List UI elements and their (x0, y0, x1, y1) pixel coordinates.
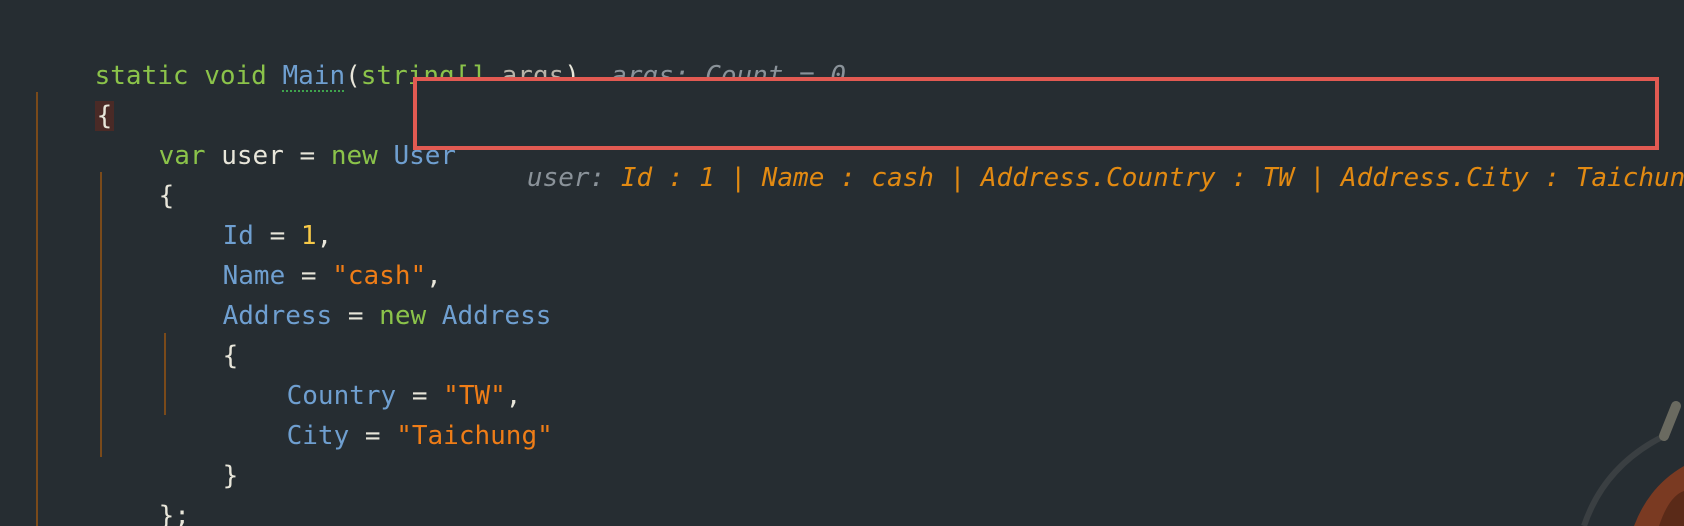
assign-operator: = (364, 421, 381, 451)
code-line-signature[interactable]: static void Main(string[] args) args: Co… (32, 16, 846, 91)
debug-hint-user-value: Id : 1 | Name : cash | Address.Country :… (620, 163, 1684, 193)
debug-inline-value[interactable]: user: Id : 1 | Name : cash | Address.Cou… (433, 81, 1684, 193)
debug-inline-value-highlight: user: Id : 1 | Name : cash | Address.Cou… (413, 77, 1684, 193)
method-name[interactable]: Main (282, 61, 345, 91)
code-line-address[interactable]: Address = new Address (160, 256, 552, 331)
property-city[interactable]: City (287, 421, 350, 451)
code-line-address-close[interactable]: } (160, 416, 239, 491)
type-address[interactable]: Address (442, 301, 552, 331)
code-line-init-open[interactable]: { (96, 136, 175, 211)
code-line-address-open[interactable]: { (160, 296, 239, 371)
initializer-close-brace: }; (158, 501, 190, 526)
code-editor[interactable]: static void Main(string[] args) args: Co… (0, 0, 1684, 526)
code-line-id[interactable]: Id = 1, (160, 176, 333, 251)
keyword-void: void (204, 61, 267, 91)
paren-open: ( (345, 61, 361, 91)
debug-hint-user-label: user: (526, 163, 606, 193)
code-line-country[interactable]: Country = "TW", (224, 336, 522, 411)
keyword-new: new (379, 301, 427, 331)
code-line-name[interactable]: Name = "cash", (160, 216, 442, 291)
property-address[interactable]: Address (223, 301, 333, 331)
assign-operator: = (299, 141, 316, 171)
assign-operator: = (347, 301, 364, 331)
address-close-brace: } (222, 461, 239, 491)
leaf-ornament-icon (1581, 401, 1684, 526)
background-decoration-image (1564, 396, 1684, 526)
code-line-declaration[interactable]: var user = new User (96, 96, 456, 171)
code-line-open-brace[interactable]: { (32, 56, 115, 131)
code-line-city[interactable]: City = "Taichung" (224, 376, 553, 451)
keyword-new: new (330, 141, 378, 171)
variable-user[interactable]: user (221, 141, 284, 171)
string-literal: "Taichung" (396, 421, 553, 451)
code-line-init-close[interactable]: }; (96, 456, 190, 526)
